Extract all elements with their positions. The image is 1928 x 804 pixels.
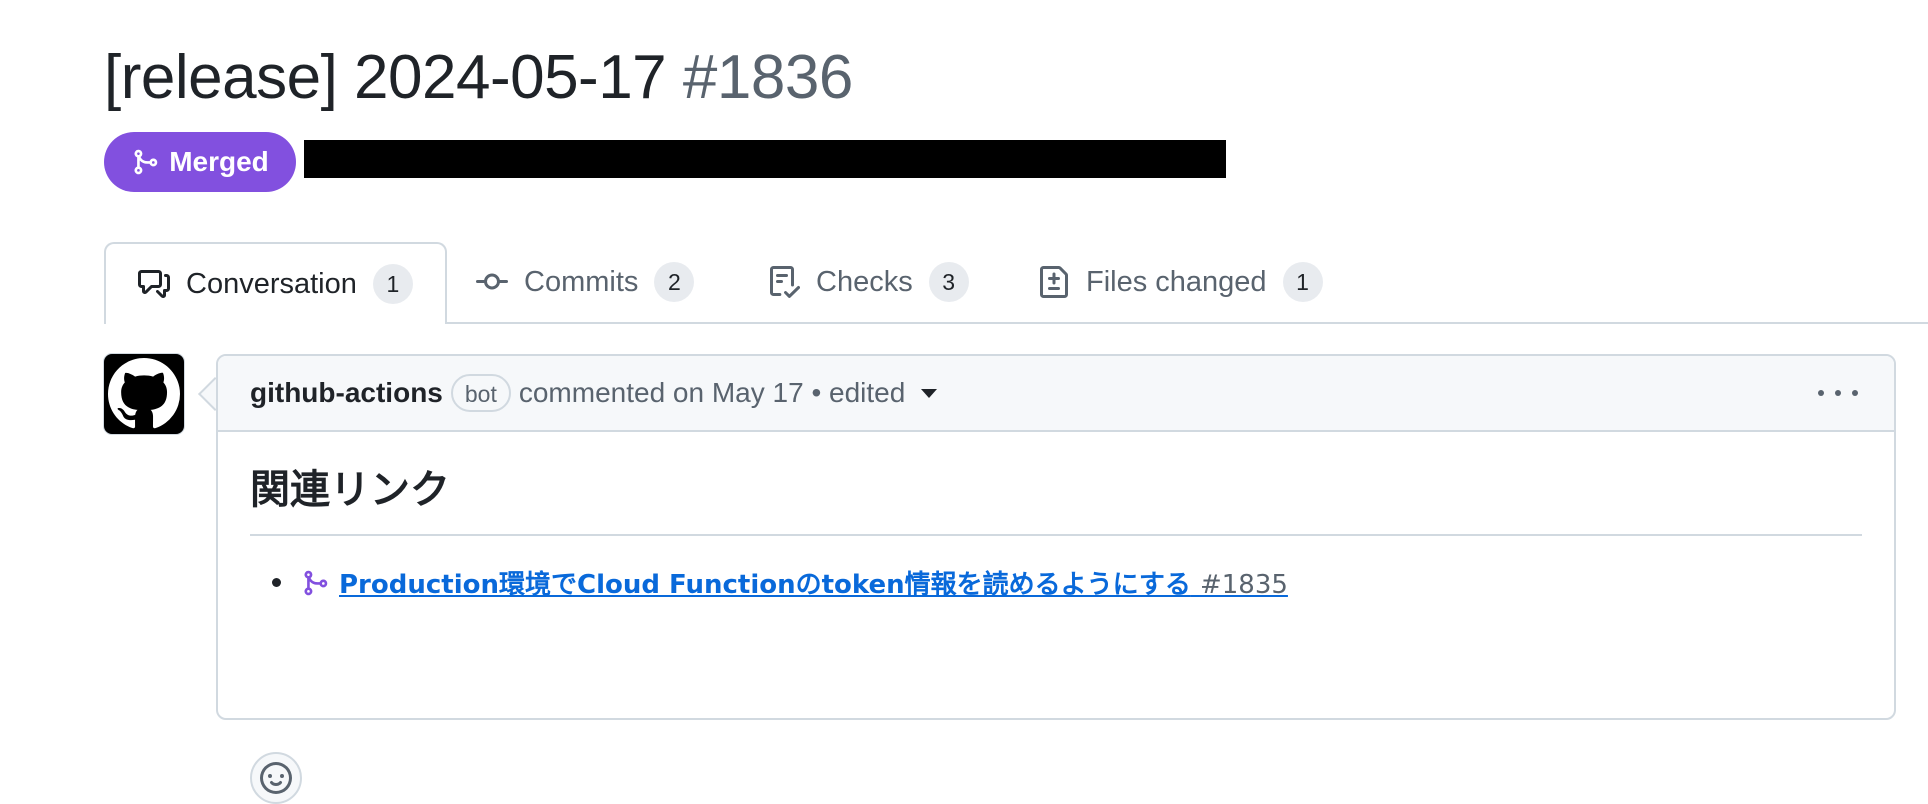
merged-status-badge: Merged — [104, 132, 296, 192]
tab-label: Conversation — [186, 267, 357, 300]
github-mark-icon — [108, 358, 180, 429]
git-merge-icon — [304, 570, 328, 595]
file-diff-icon — [1040, 266, 1068, 298]
linked-pr-title: Production環境でCloud Functionのtoken情報を読めるよ… — [339, 570, 1191, 600]
pr-number: #1836 — [682, 43, 853, 112]
list-item: Production環境でCloud Functionのtoken情報を読めるよ… — [250, 564, 1862, 601]
avatar[interactable] — [103, 353, 185, 435]
author-link[interactable]: github-actions — [250, 377, 443, 409]
add-reaction-button[interactable] — [250, 752, 302, 804]
git-merge-icon — [134, 149, 158, 175]
tab-commits[interactable]: Commits 2 — [476, 242, 695, 322]
tab-counter: 2 — [654, 262, 695, 302]
pr-title: [release] 2024-05-17 — [104, 43, 667, 112]
kebab-dot — [1818, 390, 1824, 396]
related-links-list: Production環境でCloud Functionのtoken情報を読めるよ… — [250, 564, 1862, 601]
comment-heading: 関連リンク — [250, 462, 1862, 536]
chevron-down-icon[interactable] — [921, 388, 938, 398]
more-options-button[interactable] — [1818, 376, 1858, 410]
linked-pr-number: #1835 — [1199, 570, 1288, 600]
git-commit-icon — [476, 273, 508, 290]
status-label: Merged — [169, 146, 269, 177]
pr-tab-bar: Conversation 1 Commits 2 Checks 3 Files … — [104, 242, 1928, 324]
comment-box: github-actions bot commented on May 17 •… — [216, 354, 1896, 804]
tab-checks[interactable]: Checks 3 — [768, 242, 969, 322]
checklist-icon — [770, 266, 800, 298]
tab-label: Checks — [816, 265, 913, 298]
kebab-dot — [1835, 390, 1841, 396]
tab-counter: 1 — [372, 264, 413, 304]
tab-counter: 3 — [928, 262, 969, 302]
tab-label: Files changed — [1086, 265, 1267, 298]
page-title: [release] 2024-05-17 #1836 — [104, 36, 853, 120]
smiley-icon — [260, 762, 292, 794]
comment-meta[interactable]: commented on May 17 • edited — [519, 377, 905, 409]
tab-conversation[interactable]: Conversation 1 — [104, 242, 447, 324]
tab-files-changed[interactable]: Files changed 1 — [1038, 242, 1323, 322]
linked-pr-link[interactable]: Production環境でCloud Functionのtoken情報を読めるよ… — [339, 564, 1288, 601]
tab-counter: 1 — [1282, 262, 1323, 302]
bullet — [272, 578, 281, 587]
comment-body: 関連リンク Production環境でCloud Functionのtoken情… — [218, 462, 1894, 804]
tab-label: Commits — [524, 265, 639, 298]
kebab-dot — [1852, 390, 1858, 396]
comment-discussion-icon — [138, 270, 170, 298]
redacted-region — [304, 140, 1226, 178]
bot-badge: bot — [450, 374, 511, 412]
comment-header: github-actions bot commented on May 17 •… — [218, 356, 1894, 432]
